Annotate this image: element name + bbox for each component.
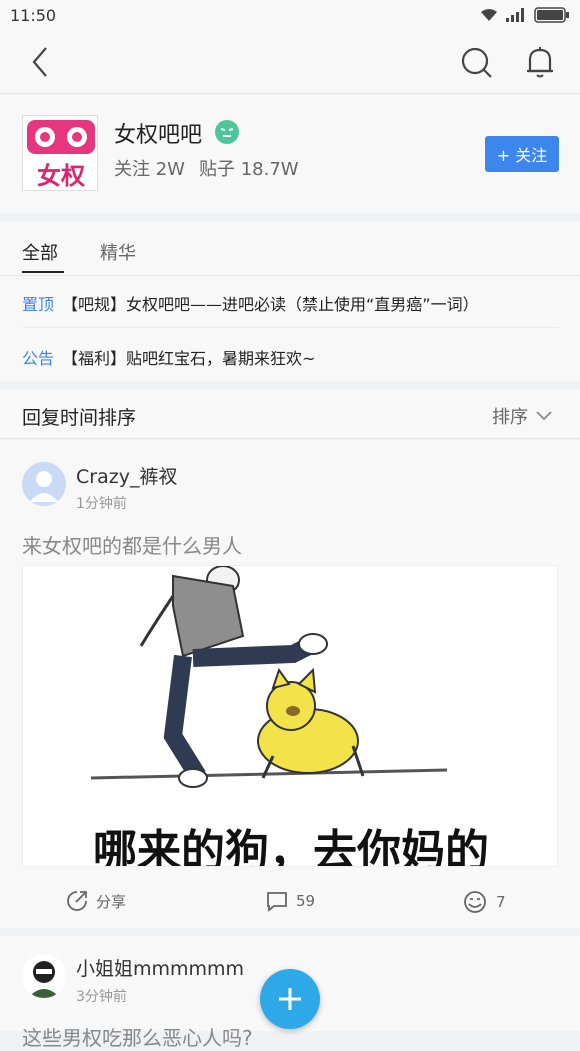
sort-title: 回复时间排序 — [22, 407, 137, 429]
post-title[interactable]: 来女权吧的都是什么男人 — [22, 530, 242, 559]
notice-text: 【吧规】女权吧吧——进吧必读（禁止使用“直男癌”一词） — [62, 295, 479, 314]
divider — [0, 275, 580, 276]
battery-icon — [534, 7, 569, 23]
like-face-icon — [464, 891, 486, 913]
signal-icon — [506, 8, 524, 22]
forum-logo[interactable]: 女权 — [22, 115, 98, 191]
announcement-notice[interactable]: 公告 【福利】贴吧红宝石，暑期来狂欢~ — [22, 345, 315, 369]
comment-count: 59 — [296, 892, 316, 910]
sort-button[interactable]: 排序 — [492, 403, 552, 429]
post-title[interactable]: 这些男权吃那么恶心人吗? — [22, 1022, 253, 1051]
chevron-down-icon — [536, 411, 552, 421]
notice-tag: 公告 — [22, 349, 55, 368]
like-count: 7 — [496, 893, 506, 911]
default-avatar-icon — [22, 462, 66, 506]
post-time: 1分钟前 — [76, 496, 127, 512]
sort-label: 排序 — [492, 407, 528, 428]
avatar[interactable] — [22, 954, 66, 998]
user-avatar-image — [22, 954, 66, 998]
search-icon — [461, 47, 492, 78]
tab-all[interactable]: 全部 — [22, 239, 58, 265]
notification-button[interactable] — [522, 44, 558, 80]
status-icons — [480, 7, 570, 23]
forum-logo-image: 女权 — [23, 116, 97, 190]
post-card[interactable]: Crazy_裤衩 1分钟前 来女权吧的都是什么男人 哪来的狗，去你妈的 分享 5… — [0, 440, 580, 928]
follow-button[interactable]: + 关注 — [485, 136, 559, 172]
follow-count: 关注 2W — [114, 159, 185, 180]
notice-text: 【福利】贴吧红宝石，暑期来狂欢~ — [62, 349, 316, 368]
top-nav — [0, 30, 580, 94]
share-button[interactable]: 分享 — [66, 890, 126, 912]
pinned-notice[interactable]: 置顶 【吧规】女权吧吧——进吧必读（禁止使用“直男癌”一词） — [22, 291, 479, 315]
svg-text:女权: 女权 — [37, 162, 85, 190]
notice-tag: 置顶 — [22, 295, 55, 314]
status-bar: 11:50 — [0, 0, 580, 30]
status-time: 11:50 — [10, 5, 57, 25]
comment-icon — [267, 892, 287, 912]
avatar[interactable] — [22, 462, 66, 506]
tab-featured[interactable]: 精华 — [100, 239, 136, 265]
post-image[interactable]: 哪来的狗，去你妈的 — [22, 565, 558, 867]
post-username[interactable]: Crazy_裤衩 — [76, 462, 177, 489]
post-username[interactable]: 小姐姐mmmmmm — [76, 954, 244, 981]
post-actions: 分享 59 7 — [0, 884, 580, 924]
search-button[interactable] — [458, 44, 494, 80]
share-icon — [67, 891, 87, 911]
wifi-icon — [481, 9, 497, 21]
post-time: 3分钟前 — [76, 989, 127, 1005]
meme-image: 哪来的狗，去你妈的 — [23, 566, 557, 867]
bell-icon — [527, 47, 553, 78]
svg-text:哪来的狗，去你妈的: 哪来的狗，去你妈的 — [93, 826, 489, 867]
post-count: 贴子 18.7W — [198, 159, 299, 180]
tabs-and-notices: 全部 精华 置顶 【吧规】女权吧吧——进吧必读（禁止使用“直男癌”一词） 公告 【福… — [0, 221, 580, 381]
forum-header: 女权 女权吧吧 关注 2W 贴子 18.7W + 关注 — [0, 95, 580, 213]
like-button[interactable]: 7 — [462, 890, 506, 914]
active-tab-indicator — [22, 271, 64, 273]
forum-name: 女权吧吧 — [114, 123, 203, 148]
chevron-left-icon — [32, 47, 47, 77]
forum-stats: 关注 2W 贴子 18.7W — [114, 155, 299, 181]
comment-button[interactable]: 59 — [266, 890, 315, 912]
back-button[interactable] — [26, 44, 58, 80]
sort-bar: 回复时间排序 排序 — [0, 389, 580, 439]
level-smiley-icon — [215, 120, 239, 144]
new-post-button[interactable] — [260, 969, 320, 1029]
plus-icon — [279, 988, 301, 1010]
share-label: 分享 — [96, 892, 127, 911]
divider — [22, 327, 558, 328]
